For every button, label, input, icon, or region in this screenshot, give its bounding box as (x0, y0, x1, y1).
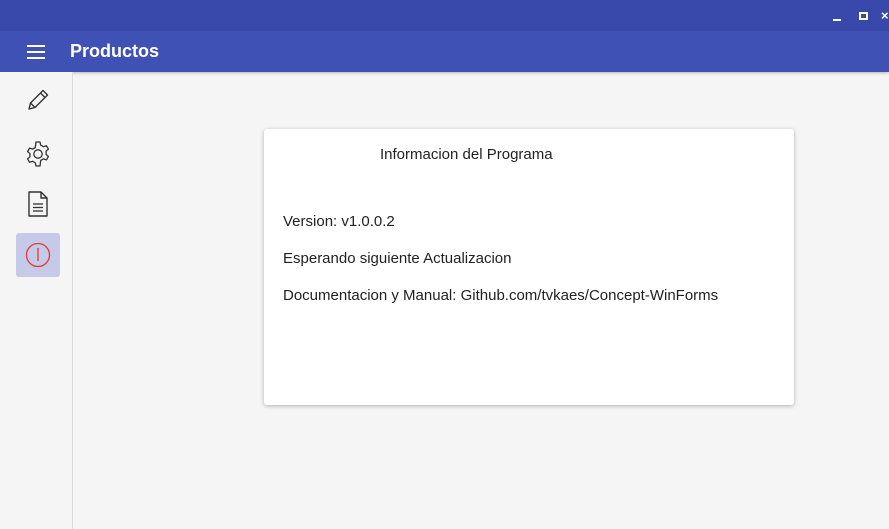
documentation-text: Documentacion y Manual: Github.com/tvkae… (283, 287, 719, 304)
gear-icon (26, 141, 50, 167)
hamburger-menu-icon[interactable] (27, 44, 45, 59)
close-icon: × (881, 9, 889, 22)
page-title: Productos (70, 41, 160, 61)
sidebar-item-documents[interactable] (16, 182, 60, 226)
document-icon (28, 191, 48, 217)
program-info-card: Informacion del Programa Version: v1.0.0… (264, 129, 794, 405)
maximize-button[interactable] (855, 8, 871, 24)
minimize-button[interactable] (829, 8, 845, 24)
card-title: Informacion del Programa (380, 146, 553, 163)
close-button[interactable]: × (881, 8, 889, 24)
info-icon (25, 242, 51, 268)
pencil-icon (28, 89, 49, 110)
sidebar-item-info[interactable] (16, 233, 60, 277)
sidebar (0, 72, 73, 529)
app-bar: Productos (0, 31, 889, 72)
window-controls: × (829, 0, 889, 31)
title-bar: × (0, 0, 889, 31)
minimize-icon (833, 18, 841, 21)
version-text: Version: v1.0.0.2 (283, 213, 395, 230)
sidebar-item-settings[interactable] (16, 132, 60, 176)
update-status-text: Esperando siguiente Actualizacion (283, 250, 512, 267)
sidebar-item-edit[interactable] (16, 78, 60, 122)
maximize-icon (858, 11, 868, 20)
app-window: × Productos Informacion del Programa Ver… (0, 0, 889, 529)
